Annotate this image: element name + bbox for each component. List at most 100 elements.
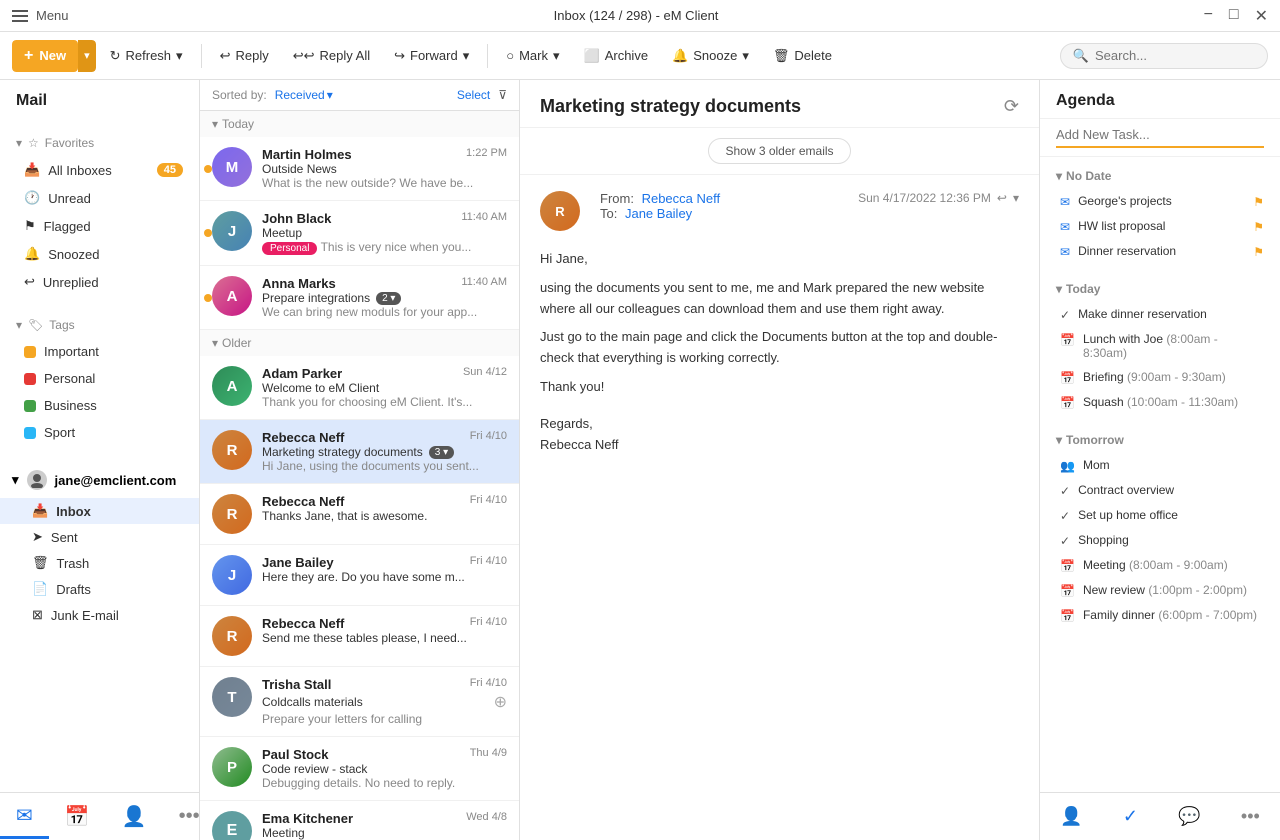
agenda-nav-tasks[interactable]: ✓ xyxy=(1115,798,1146,835)
sidebar-item-inbox[interactable]: 📥 Inbox xyxy=(0,498,199,524)
agenda-nav-contacts[interactable]: 👤 xyxy=(1052,798,1090,835)
sport-dot xyxy=(24,427,36,439)
avatar-trisha: T xyxy=(212,677,252,717)
new-button[interactable]: + New xyxy=(12,40,78,72)
select-button[interactable]: Select xyxy=(457,88,490,102)
search-input[interactable] xyxy=(1095,48,1255,63)
email-item-jane[interactable]: J Jane Bailey Fri 4/10 Here they are. Do… xyxy=(200,545,519,606)
maximize-button[interactable]: □ xyxy=(1229,6,1239,26)
sidebar-item-important[interactable]: Important xyxy=(0,338,199,365)
delete-button[interactable]: 🗑 Delete xyxy=(763,42,842,70)
reply-button[interactable]: ↩ Reply xyxy=(210,42,279,70)
filter-button[interactable]: ⊽ xyxy=(498,88,507,102)
sidebar-item-junk[interactable]: ⊠ Junk E-mail xyxy=(0,602,199,628)
reply-all-button[interactable]: ↩↩ Reply All xyxy=(283,42,380,70)
sidebar-item-business[interactable]: Business xyxy=(0,392,199,419)
sidebar-item-flagged[interactable]: ⚑ Flagged xyxy=(0,212,199,240)
more-actions-icon[interactable]: ▾ xyxy=(1013,191,1019,205)
favorites-heading[interactable]: ▾ ☆ Favorites xyxy=(0,130,199,156)
tags-heading[interactable]: ▾ 🏷 Tags xyxy=(0,312,199,338)
star-icon: ☆ xyxy=(28,136,39,150)
main-content: Mail ▾ ☆ Favorites 📥 All Inboxes 45 🕐 Un… xyxy=(0,80,1280,840)
favorites-section: ▾ ☆ Favorites 📥 All Inboxes 45 🕐 Unread … xyxy=(0,122,199,304)
snooze-button[interactable]: 🔔 Snooze ▾ xyxy=(662,42,759,70)
account-avatar xyxy=(27,470,47,490)
forward-button[interactable]: ↪ Forward ▾ xyxy=(384,42,479,70)
nav-calendar[interactable]: 📅 xyxy=(49,796,106,837)
new-button-dropdown[interactable]: ▾ xyxy=(78,40,96,72)
snooze-chevron: ▾ xyxy=(742,48,749,64)
account-header[interactable]: ▾ jane@emclient.com xyxy=(0,462,199,498)
account-section: ▾ jane@emclient.com 📥 Inbox ➤ Sent 🗑 Tra… xyxy=(0,454,199,636)
email-item-john[interactable]: J John Black 11:40 AM Meetup Personal Th… xyxy=(200,201,519,266)
email-item-trisha[interactable]: T Trisha Stall Fri 4/10 Coldcalls materi… xyxy=(200,667,519,737)
close-button[interactable]: ✕ xyxy=(1255,6,1268,26)
sidebar-item-snoozed[interactable]: 🔔 Snoozed xyxy=(0,240,199,268)
body-line-3: Just go to the main page and click the D… xyxy=(540,327,1019,369)
agenda-nav-chat[interactable]: 💬 xyxy=(1170,798,1208,835)
agenda-nav-more[interactable]: ••• xyxy=(1233,798,1268,835)
email-item-paul[interactable]: P Paul Stock Thu 4/9 Code review - stack… xyxy=(200,737,519,801)
calendar-icon: 📅 xyxy=(1060,559,1075,573)
sidebar-item-sport[interactable]: Sport xyxy=(0,419,199,446)
sort-received-button[interactable]: Received ▾ xyxy=(275,88,333,102)
flag-icon: ⚑ xyxy=(1253,220,1264,234)
sidebar-item-trash[interactable]: 🗑 Trash xyxy=(0,550,199,576)
tomorrow-agenda-header[interactable]: ▾ Tomorrow xyxy=(1040,427,1280,453)
junk-icon: ⊠ xyxy=(32,607,43,623)
app-title: Mail xyxy=(0,80,199,122)
chevron-down-icon: ▾ xyxy=(16,136,22,150)
nav-mail[interactable]: ✉ xyxy=(0,795,49,839)
calendar-icon: 📅 xyxy=(1060,609,1075,623)
people-icon: 👥 xyxy=(1060,459,1075,473)
sidebar-item-unreplied[interactable]: ↩ Unreplied xyxy=(0,268,199,296)
body-line-2: using the documents you sent to me, me a… xyxy=(540,278,1019,320)
thread-icon[interactable]: ⟳ xyxy=(1004,96,1019,117)
agenda-item-meeting-tomorrow: 📅 Meeting (8:00am - 9:00am) xyxy=(1040,553,1280,578)
email-item-anna[interactable]: A Anna Marks 11:40 AM Prepare integratio… xyxy=(200,266,519,330)
refresh-button[interactable]: ↻ Refresh ▾ xyxy=(100,42,193,70)
check-icon: ✓ xyxy=(1060,509,1070,523)
show-older-button[interactable]: Show 3 older emails xyxy=(708,138,850,164)
email-item-martin[interactable]: M Martin Holmes 1:22 PM Outside News Wha… xyxy=(200,137,519,201)
envelope-icon: ✉ xyxy=(1060,245,1070,259)
no-date-header[interactable]: ▾ No Date xyxy=(1040,163,1280,189)
email-content-anna: Anna Marks 11:40 AM Prepare integrations… xyxy=(262,276,507,319)
separator-1 xyxy=(201,44,202,68)
email-item-adam[interactable]: A Adam Parker Sun 4/12 Welcome to eM Cli… xyxy=(200,356,519,420)
flag-icon: ⚑ xyxy=(1253,245,1264,259)
agenda-task-input-area xyxy=(1040,119,1280,157)
forward-chevron: ▾ xyxy=(463,48,470,64)
email-item-ema[interactable]: E Ema Kitchener Wed 4/8 Meeting Thank yo… xyxy=(200,801,519,840)
menu-button[interactable]: Menu xyxy=(12,8,69,24)
reply-icon-inline[interactable]: ↩ xyxy=(997,191,1007,205)
agenda-item-mom: 👥 Mom xyxy=(1040,453,1280,478)
email-content-ema: Ema Kitchener Wed 4/8 Meeting Thank you … xyxy=(262,811,507,840)
agenda-panel: Agenda ▾ No Date ✉ George's projects ⚑ ✉… xyxy=(1040,80,1280,840)
sidebar-item-drafts[interactable]: 📄 Drafts xyxy=(0,576,199,602)
nav-more[interactable]: ••• xyxy=(163,797,200,836)
nav-contacts[interactable]: 👤 xyxy=(106,796,163,837)
email-item-rebecca-marketing[interactable]: R Rebecca Neff Fri 4/10 Marketing strate… xyxy=(200,420,519,484)
from-name-link[interactable]: Rebecca Neff xyxy=(642,191,721,206)
to-name-link[interactable]: Jane Bailey xyxy=(625,206,692,221)
sidebar-item-personal[interactable]: Personal xyxy=(0,365,199,392)
avatar-ema: E xyxy=(212,811,252,840)
email-content-adam: Adam Parker Sun 4/12 Welcome to eM Clien… xyxy=(262,366,507,409)
sidebar-item-all-inboxes[interactable]: 📥 All Inboxes 45 xyxy=(0,156,199,184)
email-item-rebecca-tables[interactable]: R Rebecca Neff Fri 4/10 Send me these ta… xyxy=(200,606,519,667)
sidebar-item-unread[interactable]: 🕐 Unread xyxy=(0,184,199,212)
mark-button[interactable]: ○ Mark ▾ xyxy=(496,42,569,70)
tags-section: ▾ 🏷 Tags Important Personal Business Spo… xyxy=(0,304,199,454)
minimize-button[interactable]: − xyxy=(1204,6,1213,26)
personal-tag: Personal xyxy=(262,242,317,255)
calendar-icon: 📅 xyxy=(1060,584,1075,598)
all-inboxes-badge: 45 xyxy=(157,163,183,177)
today-agenda-header[interactable]: ▾ Today xyxy=(1040,276,1280,302)
no-date-section: ▾ No Date ✉ George's projects ⚑ ✉ HW lis… xyxy=(1040,157,1280,270)
email-subject-title: Marketing strategy documents xyxy=(540,96,801,117)
archive-button[interactable]: ⬜ Archive xyxy=(574,42,659,70)
sidebar-item-sent[interactable]: ➤ Sent xyxy=(0,524,199,550)
email-item-rebecca-thanks[interactable]: R Rebecca Neff Fri 4/10 Thanks Jane, tha… xyxy=(200,484,519,545)
add-task-input[interactable] xyxy=(1056,127,1264,148)
